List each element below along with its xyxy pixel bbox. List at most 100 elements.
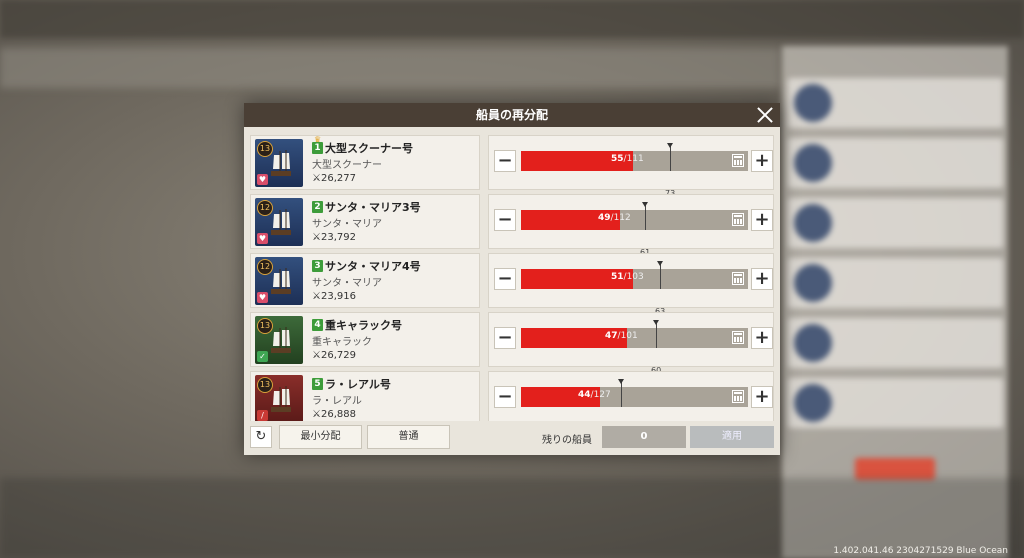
crew-slider-label: 44/127 [578,390,611,400]
ship-power-value: 26,729 [320,350,356,361]
combat-power-icon: ⚔ [312,350,321,361]
remaining-crew-label: 残りの船員 [542,435,592,446]
recommended-crew-marker [618,379,624,407]
ship-row: 13 ✓ 4 重キャラック号 重キャラック ⚔26,729 − 47/101 6… [250,312,774,375]
ship-power-value: 26,277 [320,173,356,184]
dialog-header: 船員の再分配 [244,103,780,127]
ship-card[interactable]: 12 ♥ 3 サンタ・マリア4号 サンタ・マリア ⚔23,916 [250,253,480,308]
fleet-index-badge: 3 [312,260,323,272]
crew-slider[interactable]: 49/112 61 [521,202,748,257]
ship-row: 13 ♥ ♛ 1 大型スクーナー号 大型スクーナー ⚔26,277 − 55/1… [250,135,774,198]
background-card [788,78,1003,128]
ship-card[interactable]: 13 / 5 ラ・レアル号 ラ・レアル ⚔26,888 [250,371,480,421]
remaining-crew-value: 0 [602,426,686,448]
calculator-icon[interactable] [732,272,744,285]
close-button[interactable] [754,104,776,126]
ship-role-icon: ♥ [257,292,268,303]
crew-allocation: − 49/112 61 + [488,194,774,257]
calculator-icon[interactable] [732,154,744,167]
ship-type: 大型スクーナー [312,160,382,171]
combat-power-icon: ⚔ [312,291,321,302]
fleet-index-badge: 2 [312,201,323,213]
fleet-index-badge: 5 [312,378,323,390]
reset-button[interactable]: ↻ [250,426,272,448]
crew-current: 49 [598,213,611,223]
crew-allocation: − 51/103 63 + [488,253,774,316]
crew-slider[interactable]: 44/127 56 [521,379,748,407]
background-card [788,318,1003,368]
apply-button[interactable]: 適用 [690,426,774,448]
ship-role-icon: ♥ [257,233,268,244]
ship-portrait: 12 ♥ [255,257,303,305]
background-top-bar [0,0,1024,38]
crew-slider-label: 55/111 [611,154,644,164]
ship-row: 12 ♥ 2 サンタ・マリア3号 サンタ・マリア ⚔23,792 − 49/11… [250,194,774,257]
crew-current: 55 [611,154,624,164]
crew-allocation: − 47/101 60 + [488,312,774,375]
ship-type: サンタ・マリア [312,278,382,289]
ship-power-value: 26,888 [320,409,356,420]
increase-crew-button[interactable]: + [751,268,773,290]
crew-current: 51 [611,272,624,282]
recommended-crew-marker [642,202,648,230]
ship-card[interactable]: 13 ✓ 4 重キャラック号 重キャラック ⚔26,729 [250,312,480,367]
crew-slider[interactable]: 55/111 73 [521,143,748,198]
ship-row: 12 ♥ 3 サンタ・マリア4号 サンタ・マリア ⚔23,916 − 51/10… [250,253,774,316]
ship-role-icon: ✓ [257,351,268,362]
ship-power: ⚔26,729 [312,350,356,361]
ship-name: 重キャラック号 [325,319,402,332]
crew-allocation: − 55/111 73 + [488,135,774,198]
crew-redistribution-dialog: 船員の再分配 13 ♥ ♛ 1 大型スクーナー号 大型スクーナー ⚔26,277… [244,103,780,455]
background-header-bar [0,48,780,88]
ship-list: 13 ♥ ♛ 1 大型スクーナー号 大型スクーナー ⚔26,277 − 55/1… [244,131,780,421]
ship-power: ⚔23,916 [312,291,356,302]
recommended-crew-marker [653,320,659,348]
fleet-index-badge: 1 [312,142,323,154]
background-card [788,258,1003,308]
decrease-crew-button[interactable]: − [494,150,516,172]
crew-slider[interactable]: 47/101 60 [521,320,748,375]
ship-type: 重キャラック [312,337,372,348]
calculator-icon[interactable] [732,331,744,344]
crew-max: /127 [590,390,611,400]
ship-power: ⚔26,888 [312,409,356,420]
decrease-crew-button[interactable]: − [494,209,516,231]
calculator-icon[interactable] [732,213,744,226]
combat-power-icon: ⚔ [312,232,321,243]
ship-portrait: 13 ✓ [255,316,303,364]
ship-portrait: 12 ♥ [255,198,303,246]
crew-allocation: − 44/127 56 + [488,371,774,421]
increase-crew-button[interactable]: + [751,150,773,172]
combat-power-icon: ⚔ [312,173,321,184]
decrease-crew-button[interactable]: − [494,386,516,408]
ship-row: 13 / 5 ラ・レアル号 ラ・レアル ⚔26,888 − 44/127 56 [250,371,774,421]
decrease-crew-button[interactable]: − [494,268,516,290]
background-card [788,198,1003,248]
ship-card[interactable]: 12 ♥ 2 サンタ・マリア3号 サンタ・マリア ⚔23,792 [250,194,480,249]
ship-name: 大型スクーナー号 [325,142,413,155]
ship-level-badge: 13 [257,318,273,334]
minimum-allocation-button[interactable]: 最小分配 [279,425,362,449]
decrease-crew-button[interactable]: − [494,327,516,349]
ship-power-value: 23,916 [320,291,356,302]
background-card [788,138,1003,188]
crew-slider-label: 47/101 [605,331,638,341]
recommended-crew-marker [667,143,673,171]
calculator-icon[interactable] [732,390,744,403]
increase-crew-button[interactable]: + [751,209,773,231]
increase-crew-button[interactable]: + [751,327,773,349]
crew-max: /112 [610,213,631,223]
crew-max: /101 [617,331,638,341]
normal-allocation-button[interactable]: 普通 [367,425,450,449]
ship-level-badge: 13 [257,377,273,393]
ship-level-badge: 12 [257,200,273,216]
refresh-icon: ↻ [255,429,267,444]
fleet-index-badge: 4 [312,319,323,331]
crew-slider-label: 49/112 [598,213,631,223]
ship-power: ⚔23,792 [312,232,356,243]
increase-crew-button[interactable]: + [751,386,773,408]
ship-card[interactable]: 13 ♥ ♛ 1 大型スクーナー号 大型スクーナー ⚔26,277 [250,135,480,190]
crew-current: 44 [578,390,591,400]
version-text: 1.402.041.46 2304271529 Blue Ocean [833,546,1008,556]
crew-slider[interactable]: 51/103 63 [521,261,748,316]
